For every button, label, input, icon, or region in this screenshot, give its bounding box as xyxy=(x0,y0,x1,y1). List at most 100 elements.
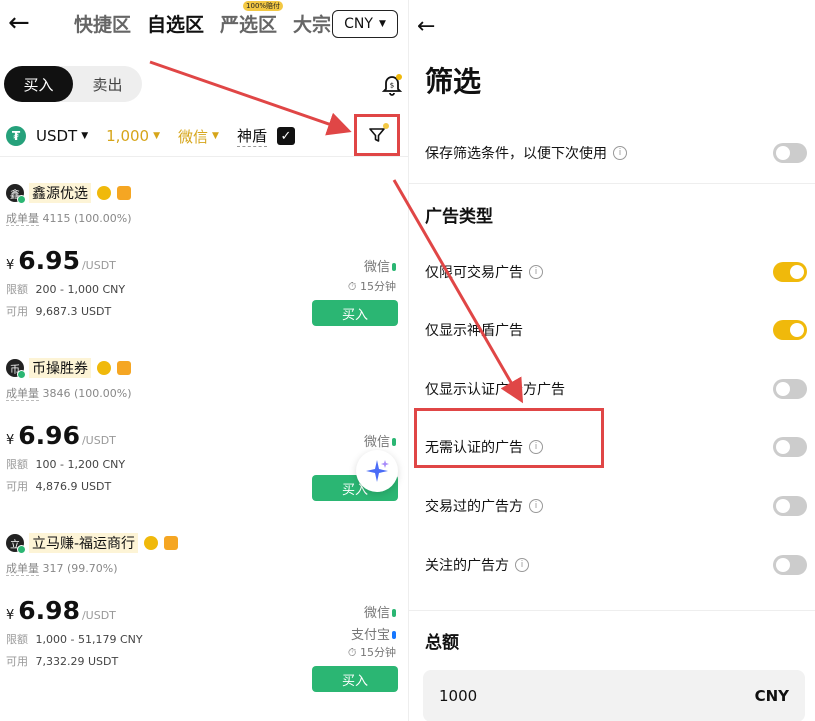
caret-down-icon: ▼ xyxy=(81,131,89,141)
order-stats: 成单量 317 (99.70%) xyxy=(6,560,402,576)
verified-badge-icon xyxy=(144,536,159,550)
available-value: 4,876.9 USDT xyxy=(35,480,112,493)
tether-icon: ₮ xyxy=(6,126,26,146)
available-label: 可用 xyxy=(6,655,28,668)
save-filter-text: 保存筛选条件，以便下次使用 xyxy=(425,146,607,162)
merchant-badge-icon xyxy=(117,186,131,200)
info-icon[interactable]: i xyxy=(613,146,627,160)
payment-method: 微信 xyxy=(364,256,396,275)
market-tabs: 快捷区 自选区 严选区 100%赔付 大宗 xyxy=(74,1,347,37)
amount-value: 1000 xyxy=(439,687,478,705)
price-row: ¥ 6.96 /USDT xyxy=(6,421,402,450)
tradable-only-toggle[interactable] xyxy=(773,262,807,282)
currency-symbol: ¥ xyxy=(6,433,15,448)
currency-symbol: ¥ xyxy=(6,258,15,273)
avatar[interactable]: 币 xyxy=(6,359,26,379)
shield-only-toggle[interactable] xyxy=(773,320,807,340)
payment-filter[interactable]: 微信 ▼ xyxy=(178,126,219,147)
wechat-indicator-icon xyxy=(392,438,396,446)
info-icon[interactable]: i xyxy=(529,499,543,513)
checkbox-checked-icon[interactable]: ✓ xyxy=(276,127,295,145)
filter-button[interactable] xyxy=(354,114,400,156)
notification-bell-icon[interactable]: $ xyxy=(380,72,404,96)
divider xyxy=(0,156,408,157)
traded-with-toggle[interactable] xyxy=(773,496,807,516)
caret-down-icon: ▼ xyxy=(378,19,386,29)
no-verification-toggle[interactable] xyxy=(773,437,807,457)
merchant-row: 鑫 鑫源优选 xyxy=(6,182,402,204)
order-stats: 成单量 3846 (100.00%) xyxy=(6,385,402,401)
orders-value: 4115 (100.00%) xyxy=(42,212,132,225)
save-filter-toggle[interactable] xyxy=(773,143,807,163)
merchant-name[interactable]: 立马赚-福运商行 xyxy=(29,533,139,553)
option-label: 仅显示认证广告方广告 xyxy=(425,379,565,399)
tab-quick[interactable]: 快捷区 xyxy=(74,10,131,37)
orders-label: 成单量 xyxy=(6,212,39,226)
payment-method: 支付宝 xyxy=(351,624,396,643)
limit-label: 限额 xyxy=(6,458,28,471)
caret-down-icon: ▼ xyxy=(212,131,219,141)
orders-label: 成单量 xyxy=(6,562,39,576)
payment-filter-label: 微信 xyxy=(178,127,209,146)
price-unit: /USDT xyxy=(81,609,116,622)
payment-method: 微信 xyxy=(364,602,396,621)
available-value: 9,687.3 USDT xyxy=(35,305,112,318)
avatar[interactable]: 鑫 xyxy=(6,184,26,204)
orders-value: 3846 (100.00%) xyxy=(42,387,132,400)
price-row: ¥ 6.98 /USDT xyxy=(6,596,402,625)
divider xyxy=(409,183,815,184)
available-value: 7,332.29 USDT xyxy=(35,655,119,668)
order-stats: 成单量 4115 (100.00%) xyxy=(6,210,402,226)
tab-custom[interactable]: 自选区 xyxy=(147,10,204,37)
currency-symbol: ¥ xyxy=(6,608,15,623)
amount-filter-label: 1,000 xyxy=(106,127,150,145)
avatar[interactable]: 立 xyxy=(6,534,26,554)
back-arrow-icon[interactable]: ← xyxy=(417,14,435,40)
merchant-badge-icon xyxy=(164,536,179,550)
ad-card: 鑫 鑫源优选 成单量 4115 (100.00%) ¥ 6.95 /USDT 限… xyxy=(6,182,402,332)
coin-filter[interactable]: ₮ USDT ▼ xyxy=(6,126,88,146)
limit-row: 限额 200 - 1,000 CNY xyxy=(6,281,402,297)
buy-button[interactable]: 买入 xyxy=(312,300,398,326)
available-label: 可用 xyxy=(6,480,28,493)
option-tradable-only: 仅限可交易广告 i xyxy=(425,256,807,288)
amount-input[interactable]: 1000 CNY xyxy=(423,670,805,721)
tab-bulk[interactable]: 大宗 xyxy=(293,10,331,37)
currency-select[interactable]: CNY ▼ xyxy=(332,10,398,38)
amount-filter[interactable]: 1,000 ▼ xyxy=(106,127,160,145)
followed-toggle[interactable] xyxy=(773,555,807,575)
option-text: 仅显示认证广告方广告 xyxy=(425,382,565,398)
total-heading: 总额 xyxy=(425,633,459,653)
price-unit: /USDT xyxy=(81,259,116,272)
tab-selected[interactable]: 严选区 100%赔付 xyxy=(220,1,284,37)
info-icon[interactable]: i xyxy=(529,265,543,279)
limit-label: 限额 xyxy=(6,283,28,296)
merchant-row: 币 币操胜券 xyxy=(6,357,402,379)
divider xyxy=(409,610,815,611)
shield-filter[interactable]: 神盾 ✓ xyxy=(236,125,295,147)
orders-value: 317 (99.70%) xyxy=(42,562,118,575)
page-title: 筛选 xyxy=(425,65,482,98)
clock-icon: ⏱ xyxy=(347,280,357,293)
ai-assistant-sparkle-icon[interactable] xyxy=(356,450,398,492)
clock-icon: ⏱ xyxy=(347,646,357,659)
payment-method-label: 微信 xyxy=(363,435,390,450)
merchant-name[interactable]: 鑫源优选 xyxy=(29,183,91,203)
back-arrow-icon[interactable]: ← xyxy=(8,10,30,36)
buy-button[interactable]: 买入 xyxy=(312,666,398,692)
ad-card: 币 币操胜券 成单量 3846 (100.00%) ¥ 6.96 /USDT 限… xyxy=(6,357,402,507)
merchant-name[interactable]: 币操胜券 xyxy=(29,358,91,378)
merchant-badge-icon xyxy=(117,361,131,375)
verified-only-toggle[interactable] xyxy=(773,379,807,399)
amount-currency: CNY xyxy=(754,687,789,705)
alipay-indicator-icon xyxy=(392,631,396,639)
payment-method-label: 支付宝 xyxy=(350,628,390,643)
info-icon[interactable]: i xyxy=(515,558,529,572)
payment-time-label: 15分钟 xyxy=(360,280,396,293)
buy-tab[interactable]: 买入 xyxy=(4,66,73,102)
price: 6.95 xyxy=(18,246,80,275)
wechat-indicator-icon xyxy=(392,263,396,271)
payment-time-label: 15分钟 xyxy=(360,646,396,659)
price-unit: /USDT xyxy=(81,434,116,447)
sell-tab[interactable]: 卖出 xyxy=(73,66,142,102)
